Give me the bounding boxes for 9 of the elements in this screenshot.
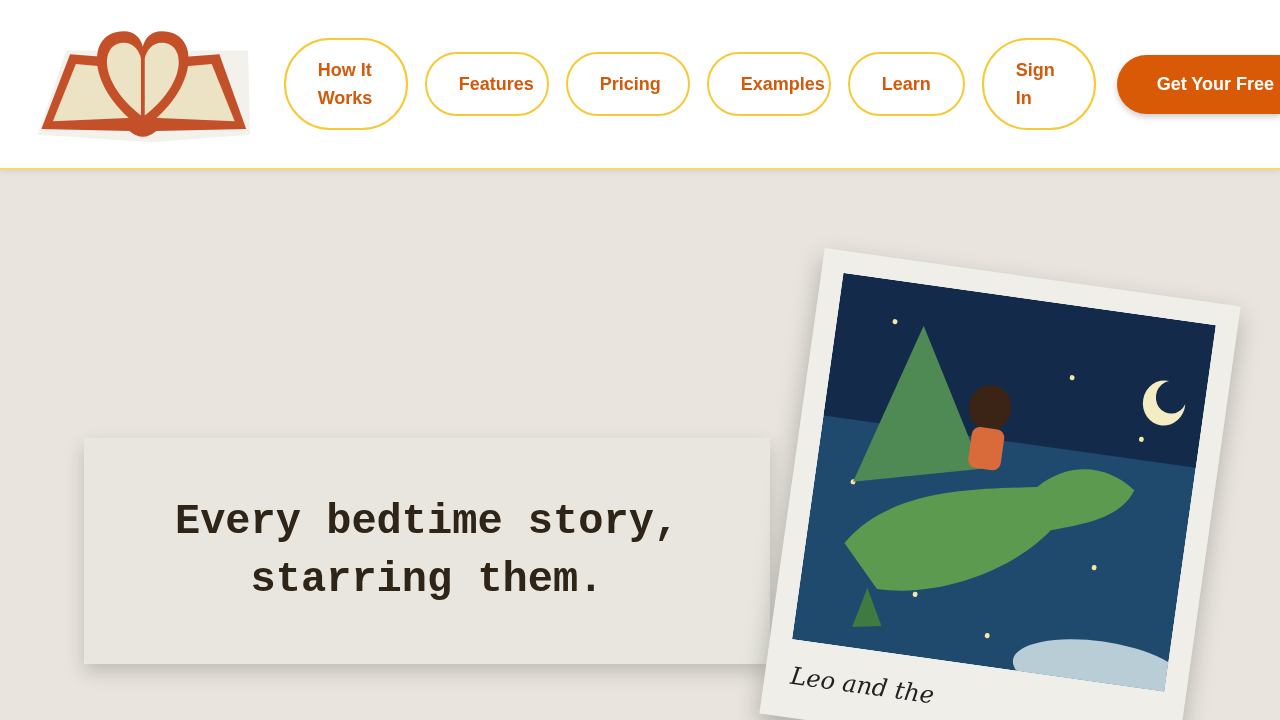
- nav-link[interactable]: Features: [424, 52, 549, 116]
- nav-link[interactable]: Examples: [706, 52, 831, 116]
- hero-headline: Every bedtime story, starring them.: [173, 497, 681, 606]
- nav-link[interactable]: Learn: [847, 52, 965, 116]
- nav-link[interactable]: How It Works: [283, 38, 408, 130]
- cta-button[interactable]: Get Your Free: [1116, 54, 1280, 114]
- nav-link[interactable]: Sign In: [981, 38, 1096, 130]
- nav-link[interactable]: Pricing: [565, 52, 690, 116]
- polaroid-caption: Leo and the: [788, 660, 937, 712]
